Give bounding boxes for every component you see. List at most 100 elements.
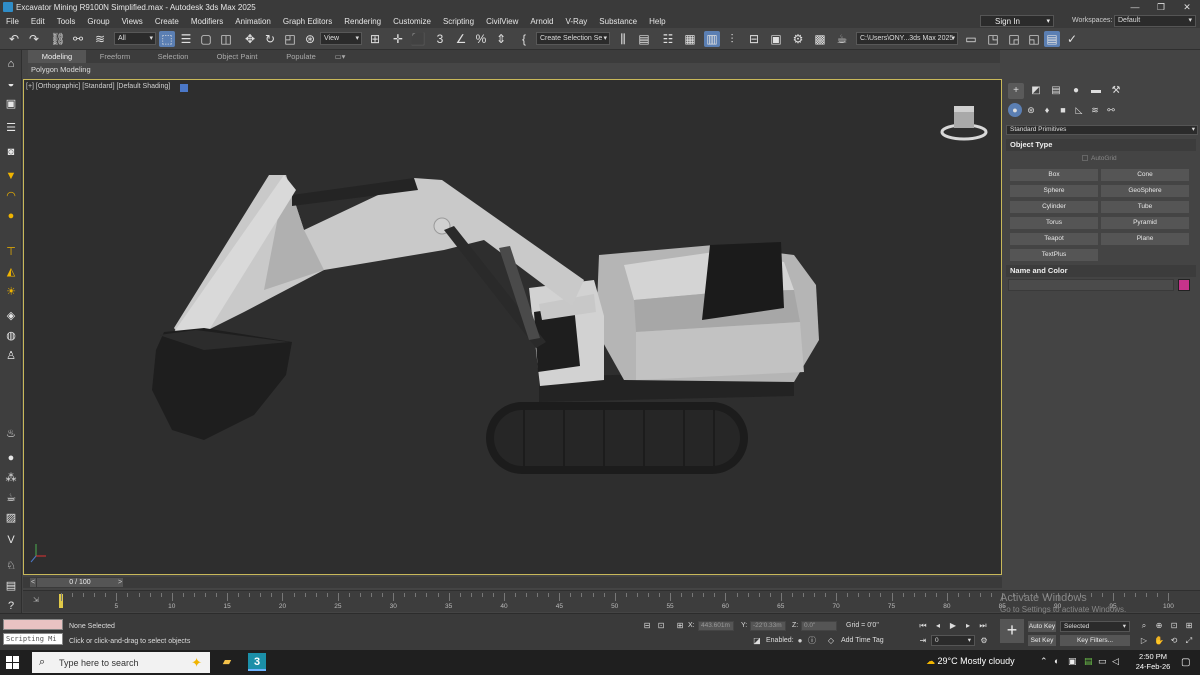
autogrid-checkbox[interactable]: AutoGrid <box>1082 155 1117 162</box>
maximize-viewport-icon[interactable]: ⤢ <box>1184 636 1194 646</box>
unlink-icon[interactable]: ⚯ <box>70 31 86 47</box>
menu-views[interactable]: Views <box>116 17 149 26</box>
fire-icon[interactable]: ♨ <box>3 426 19 442</box>
goto-end-icon[interactable]: ⏭ <box>978 621 988 631</box>
pyramid-button[interactable]: Pyramid <box>1101 217 1189 229</box>
cone-button[interactable]: Cone <box>1101 169 1189 181</box>
align-icon[interactable]: ▤ <box>636 31 652 47</box>
sphere-light-icon[interactable]: ● <box>3 208 19 224</box>
textplus-button[interactable]: TextPlus <box>1010 249 1098 261</box>
y-coord-field[interactable]: -22'0.33m <box>750 621 786 631</box>
minimize-button[interactable]: — <box>1122 0 1148 14</box>
workspaces-select[interactable]: Default <box>1114 15 1196 27</box>
mirror-icon[interactable]: ⫼ <box>615 31 631 47</box>
selection-filter-dropdown[interactable]: All <box>114 32 156 45</box>
taskbar-clock[interactable]: 2:50 PM 24-Feb-26 <box>1130 652 1176 672</box>
play-icon[interactable]: ▶ <box>948 621 958 631</box>
field-of-view-icon[interactable]: ▷ <box>1139 636 1149 646</box>
menu-rendering[interactable]: Rendering <box>338 17 387 26</box>
schematic-view-icon[interactable]: ⊟ <box>746 31 762 47</box>
zoom-all-icon[interactable]: ⊕ <box>1154 621 1164 631</box>
cylinder-button[interactable]: Cylinder <box>1010 201 1098 213</box>
set-key-button[interactable]: Set Key <box>1028 635 1056 646</box>
project-folder-icon[interactable]: ▭ <box>963 31 979 47</box>
menu-group[interactable]: Group <box>81 17 115 26</box>
file-explorer-icon[interactable]: ▰ <box>218 653 236 671</box>
goto-start-icon[interactable]: ⏮ <box>918 621 928 631</box>
walk-icon[interactable]: ♘ <box>3 558 19 574</box>
zoom-icon[interactable]: ⌕ <box>1139 621 1149 631</box>
rendered-frame-icon[interactable]: ▩ <box>812 31 828 47</box>
weather-widget[interactable]: ☁ 29°C Mostly cloudy <box>926 656 1015 667</box>
check-icon[interactable]: ✓ <box>1064 31 1080 47</box>
pan-icon[interactable]: ✋ <box>1154 636 1164 646</box>
save-icon[interactable]: ▤ <box>1044 31 1060 47</box>
create-icon[interactable]: ⌂ <box>3 56 19 72</box>
menu-help[interactable]: Help <box>643 17 671 26</box>
lights-icon[interactable]: ♦ <box>1040 103 1054 117</box>
create-tab-icon[interactable]: + <box>1008 83 1024 99</box>
tab-modeling[interactable]: Modeling <box>28 50 86 63</box>
project-folder-dropdown[interactable]: C:\Users\ONY...3ds Max 2025 <box>856 32 958 45</box>
battery-icon[interactable]: ▭ <box>1098 656 1107 667</box>
z-coord-field[interactable]: 0.0" <box>801 621 837 631</box>
modify-icon[interactable]: ◒ <box>3 76 19 92</box>
menu-civilview[interactable]: CivilView <box>480 17 524 26</box>
manipulate-icon[interactable]: ✛ <box>390 31 406 47</box>
windows-start-icon[interactable] <box>6 656 19 669</box>
time-slider-next[interactable]: > <box>117 578 123 587</box>
sign-in-dropdown[interactable]: Sign In <box>980 15 1054 27</box>
ribbon-options-icon[interactable]: ▭▾ <box>330 50 350 63</box>
tray-green-icon[interactable]: ▤ <box>1084 656 1093 667</box>
key-filter-selected-dropdown[interactable]: Selected <box>1060 621 1130 632</box>
absolute-mode-icon[interactable]: ⊞ <box>675 621 685 631</box>
autogrid-box[interactable] <box>1082 155 1088 162</box>
notifications-icon[interactable]: ▢ <box>1181 657 1190 668</box>
move-icon[interactable]: ✥ <box>242 31 258 47</box>
tab-freeform[interactable]: Freeform <box>86 50 144 63</box>
orbit-icon[interactable]: ⟲ <box>1169 636 1179 646</box>
display-tab-icon[interactable]: ▬ <box>1088 83 1104 99</box>
menu-substance[interactable]: Substance <box>593 17 643 26</box>
menu-scripting[interactable]: Scripting <box>437 17 480 26</box>
teapot-icon[interactable]: ☕ <box>3 490 19 506</box>
primitive-category-dropdown[interactable]: Standard Primitives <box>1006 125 1198 135</box>
menu-create[interactable]: Create <box>149 17 185 26</box>
set-project-icon[interactable]: ◳ <box>985 31 1001 47</box>
render-teapot-icon[interactable]: ☕ <box>834 31 850 47</box>
percent-snap-icon[interactable]: % <box>473 31 489 47</box>
pivot-center-icon[interactable]: ⊞ <box>367 31 383 47</box>
cameras-icon[interactable]: ■ <box>1056 103 1070 117</box>
zoom-extents-icon[interactable]: ⊡ <box>1169 621 1179 631</box>
object-type-rollout[interactable]: Object Type <box>1006 139 1196 151</box>
place-icon[interactable]: ⊛ <box>302 31 318 47</box>
taskbar-search-box[interactable]: ⌕ Type here to search ✦ <box>32 652 210 673</box>
snaps-toggle-icon[interactable]: 3 <box>432 31 448 47</box>
3dsmax-taskbar-icon[interactable]: 3 <box>248 653 266 671</box>
listener-icon[interactable]: ▤ <box>3 578 19 594</box>
help-icon[interactable]: ? <box>3 598 19 614</box>
menu-graph-editors[interactable]: Graph Editors <box>277 17 338 26</box>
person-icon[interactable]: ♙ <box>3 348 19 364</box>
space-warps-icon[interactable]: ≋ <box>1088 103 1102 117</box>
ribbon-toggle-icon[interactable]: ▥ <box>704 31 720 47</box>
systems-icon[interactable]: ⚯ <box>1104 103 1118 117</box>
link-icon[interactable]: ⛓ <box>50 31 66 47</box>
motion-icon[interactable]: ☰ <box>3 120 19 136</box>
time-slider-prev[interactable]: < <box>30 578 36 587</box>
sphere-icon[interactable]: ◍ <box>3 328 19 344</box>
undo-icon[interactable]: ↶ <box>6 31 22 47</box>
torus-button[interactable]: Torus <box>1010 217 1098 229</box>
set-keys-icon[interactable]: + <box>1000 619 1024 643</box>
viewport-orthographic[interactable]: [+] [Orthographic] [Standard] [Default S… <box>23 79 1002 575</box>
isolate-selection-icon[interactable]: ⊟ <box>642 621 652 631</box>
tab-populate[interactable]: Populate <box>272 50 330 63</box>
adaptive-degradation-icon[interactable]: ◪ <box>752 636 762 646</box>
dome-light-icon[interactable]: ◠ <box>3 188 19 204</box>
name-and-color-rollout[interactable]: Name and Color <box>1006 265 1196 277</box>
ies-light-icon[interactable]: ◭ <box>3 264 19 280</box>
project-manager-icon[interactable]: ◱ <box>1026 31 1042 47</box>
scale-icon[interactable]: ◰ <box>282 31 298 47</box>
spot-light-icon[interactable]: ⊤ <box>3 244 19 260</box>
time-config-icon[interactable]: ⚙ <box>979 636 989 646</box>
